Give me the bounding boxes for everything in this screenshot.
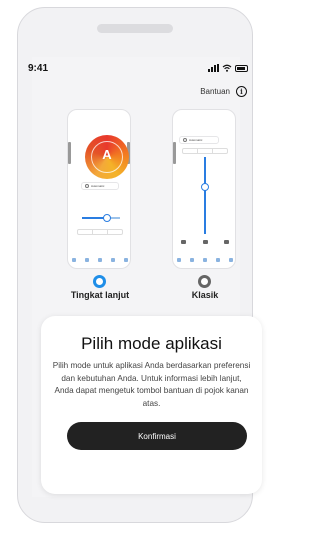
device-speaker [97,24,173,33]
battery-icon [235,64,248,72]
mini-navbar [177,258,233,262]
mini-navbar [72,258,128,262]
radio-advanced[interactable] [93,275,106,288]
classic-mode-preview[interactable]: Automatic [172,109,236,269]
card-description: Pilih mode untuk aplikasi Anda berdasark… [52,361,251,408]
wifi-icon [222,64,232,72]
volume-slider [204,157,206,234]
mode-select-card: Pilih mode aplikasi Pilih mode untuk apl… [41,316,262,494]
volume-slider [82,214,120,222]
status-icons [208,64,248,72]
confirm-button[interactable]: Konfirmasi [67,422,247,450]
help-label: Bantuan [200,87,230,96]
mini-tabs [182,148,228,154]
radio-classic[interactable] [198,275,211,288]
advanced-mode-preview[interactable]: A Automatic [67,109,131,269]
side-handle-left [68,142,71,164]
option-label-classic: Klasik [191,290,219,300]
card-title: Pilih mode aplikasi [81,334,222,353]
side-handle-left [173,142,176,164]
info-icon: i [236,86,247,97]
program-pill: Automatic [179,136,219,144]
volume-knob [201,183,209,191]
status-time: 9:41 [28,63,49,74]
program-orb: A [85,135,129,179]
mini-tabs [77,229,123,235]
help-button[interactable]: Bantuan i [200,86,247,97]
signal-icon [208,64,219,72]
mini-controls [181,240,229,244]
program-pill: Automatic [81,182,119,190]
option-label-advanced: Tingkat lanjut [70,290,130,300]
